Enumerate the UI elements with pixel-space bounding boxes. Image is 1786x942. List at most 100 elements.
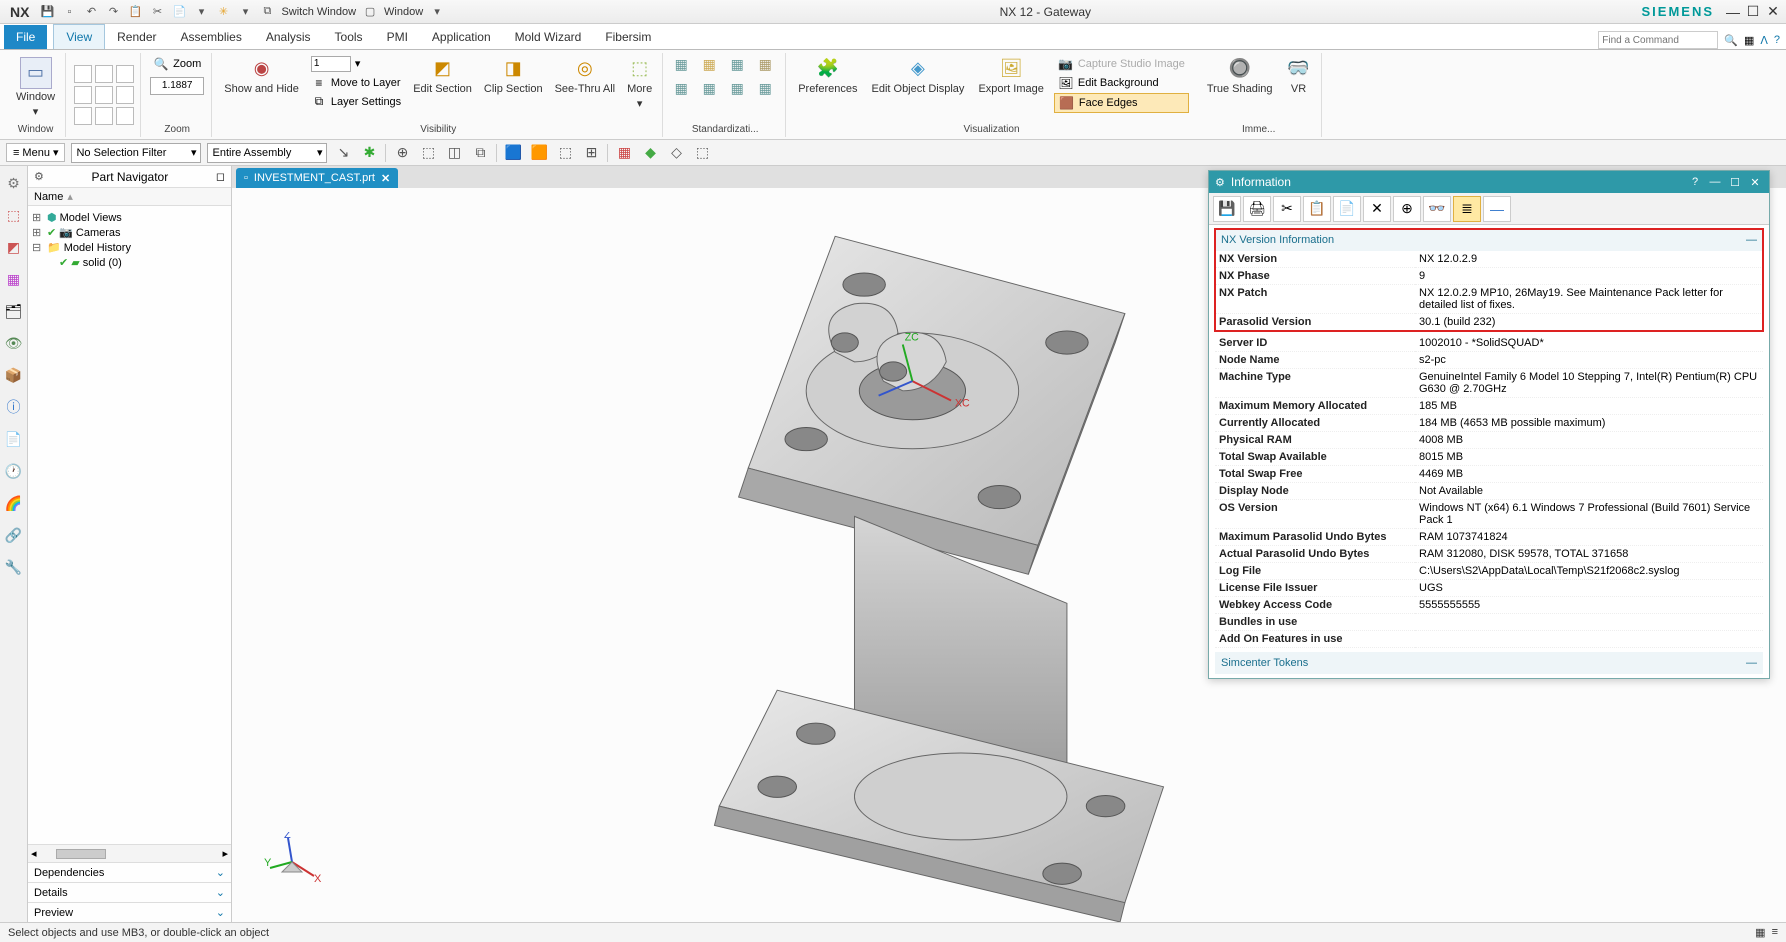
info-section-tokens[interactable]: Simcenter Tokens — xyxy=(1215,652,1763,674)
info-glasses-icon[interactable]: 👓 xyxy=(1423,196,1451,222)
nav-icon-9[interactable]: 🕐 xyxy=(3,460,25,482)
nav-dependencies[interactable]: Dependencies⌄ xyxy=(28,862,231,882)
tab-render[interactable]: Render xyxy=(105,25,168,49)
file-tab-active[interactable]: ▫ INVESTMENT_CAST.prt ✕ xyxy=(236,168,398,188)
scroll-thumb[interactable] xyxy=(56,849,106,859)
std-icon-8[interactable]: ▦ xyxy=(755,79,775,99)
face-edges-button[interactable]: 🟫Face Edges xyxy=(1054,93,1189,113)
sel-icon-6[interactable]: ⧉ xyxy=(470,143,490,163)
window-button[interactable]: ▭ Window ▾ xyxy=(12,55,59,120)
tab-assemblies[interactable]: Assemblies xyxy=(169,25,254,49)
preferences-button[interactable]: 🧩Preferences xyxy=(794,55,861,113)
edit-section-button[interactable]: ◩Edit Section xyxy=(409,55,476,97)
std-icon-4[interactable]: ▦ xyxy=(755,55,775,75)
save-icon[interactable]: 💾 xyxy=(39,4,55,20)
move-to-layer-button[interactable]: ≡Move to Layer xyxy=(307,74,405,92)
menu-button[interactable]: ≡Menu▾ xyxy=(6,143,65,162)
cut-icon[interactable]: ✂ xyxy=(149,4,165,20)
zoom-value-input[interactable] xyxy=(150,77,204,95)
more-visibility-button[interactable]: ⬚More▾ xyxy=(623,55,656,112)
std-icon-1[interactable]: ▦ xyxy=(671,55,691,75)
info-list-icon[interactable]: ≣ xyxy=(1453,196,1481,222)
nav-icon-7[interactable]: ⓘ xyxy=(3,396,25,418)
tree-model-history[interactable]: ⊟📁Model History xyxy=(32,240,227,255)
redo-icon[interactable]: ↷ xyxy=(105,4,121,20)
info-minimize-button[interactable]: — xyxy=(1707,176,1723,189)
nav-icon-12[interactable]: 🔧 xyxy=(3,556,25,578)
nav-icon-2[interactable]: ◩ xyxy=(3,236,25,258)
help-icon[interactable]: ? xyxy=(1774,34,1780,46)
sel-icon-5[interactable]: ◫ xyxy=(444,143,464,163)
search-icon[interactable]: 🔍 xyxy=(1724,34,1738,47)
info-paste-icon[interactable]: 📄 xyxy=(1333,196,1361,222)
nav-preview[interactable]: Preview⌄ xyxy=(28,902,231,922)
close-button[interactable]: ✕ xyxy=(1764,3,1782,21)
std-icon-5[interactable]: ▦ xyxy=(671,79,691,99)
zoom-button[interactable]: 🔍 Zoom xyxy=(149,55,205,73)
tree-model-views[interactable]: ⊞⬢Model Views xyxy=(32,210,227,225)
window-icon[interactable]: ▢ xyxy=(362,4,378,20)
window-label[interactable]: Window xyxy=(384,4,423,20)
info-titlebar[interactable]: ⚙ Information ? — ☐ ✕ xyxy=(1209,171,1769,193)
info-print-icon[interactable]: 🖨 xyxy=(1243,196,1271,222)
qat-dropdown2-icon[interactable]: ▾ xyxy=(237,4,253,20)
std-icon-2[interactable]: ▦ xyxy=(699,55,719,75)
maximize-button[interactable]: ☐ xyxy=(1744,3,1762,21)
layer-settings-button[interactable]: ⧉Layer Settings xyxy=(307,93,405,111)
sel-icon-13[interactable]: ◇ xyxy=(666,143,686,163)
nav-details[interactable]: Details⌄ xyxy=(28,882,231,902)
copy-icon[interactable]: 📋 xyxy=(127,4,143,20)
close-tab-icon[interactable]: ✕ xyxy=(381,172,390,185)
scroll-right-icon[interactable]: ▸ xyxy=(219,847,231,860)
export-image-button[interactable]: 🖼Export Image xyxy=(974,55,1047,113)
assembly-scope-dropdown[interactable]: Entire Assembly▾ xyxy=(207,143,327,163)
nav-column-header[interactable]: Name ▴ xyxy=(28,188,231,206)
tab-mold-wizard[interactable]: Mold Wizard xyxy=(503,25,594,49)
collapse-icon[interactable]: ⴷ xyxy=(1760,34,1768,47)
info-help-icon[interactable]: ? xyxy=(1687,176,1703,189)
selection-filter-dropdown[interactable]: No Selection Filter▾ xyxy=(71,143,201,163)
tab-analysis[interactable]: Analysis xyxy=(254,25,323,49)
nav-icon-8[interactable]: 📄 xyxy=(3,428,25,450)
tree-solid[interactable]: ✔▰solid (0) xyxy=(32,255,227,270)
sel-icon-3[interactable]: ⊕ xyxy=(392,143,412,163)
std-icon-6[interactable]: ▦ xyxy=(699,79,719,99)
info-delete-icon[interactable]: ✕ xyxy=(1363,196,1391,222)
info-save-icon[interactable]: 💾 xyxy=(1213,196,1241,222)
vr-button[interactable]: 🥽VR xyxy=(1283,55,1315,97)
options-icon[interactable]: ▦ xyxy=(1744,34,1754,47)
nav-icon-11[interactable]: 🔗 xyxy=(3,524,25,546)
scroll-left-icon[interactable]: ◂ xyxy=(28,847,40,860)
gear-icon[interactable]: ⚙ xyxy=(3,172,25,194)
sel-icon-2[interactable]: ✱ xyxy=(359,143,379,163)
view-orientation-grid[interactable] xyxy=(74,65,134,125)
find-command-input[interactable] xyxy=(1598,31,1718,49)
info-minus-icon[interactable]: — xyxy=(1483,196,1511,222)
new-icon[interactable]: ▫ xyxy=(61,4,77,20)
tab-pmi[interactable]: PMI xyxy=(375,25,420,49)
window-switch-icon[interactable]: ⧉ xyxy=(259,4,275,20)
status-icon-1[interactable]: ▦ xyxy=(1755,926,1765,939)
sel-icon-8[interactable]: 🟧 xyxy=(529,143,549,163)
status-icon-2[interactable]: ≡ xyxy=(1772,926,1778,939)
tab-view[interactable]: View xyxy=(53,24,105,49)
layer-value[interactable]: ▾ xyxy=(307,55,405,73)
nav-icon-5[interactable]: 👁 xyxy=(3,332,25,354)
tab-application[interactable]: Application xyxy=(420,25,503,49)
nav-icon-6[interactable]: 📦 xyxy=(3,364,25,386)
gear-icon[interactable]: ⚙ xyxy=(34,170,44,183)
nav-hscroll[interactable]: ◂ ▸ xyxy=(28,844,231,862)
clip-section-button[interactable]: ◨Clip Section xyxy=(480,55,547,97)
pin-icon[interactable]: ◻ xyxy=(216,170,225,183)
sel-icon-4[interactable]: ⬚ xyxy=(418,143,438,163)
nav-icon-3[interactable]: ▦ xyxy=(3,268,25,290)
qat-dropdown-icon[interactable]: ▾ xyxy=(193,4,209,20)
sel-icon-12[interactable]: ◆ xyxy=(640,143,660,163)
undo-icon[interactable]: ↶ xyxy=(83,4,99,20)
sel-icon-1[interactable]: ↘ xyxy=(333,143,353,163)
layer-input[interactable] xyxy=(311,56,351,72)
switch-window-label[interactable]: Switch Window xyxy=(281,4,356,20)
info-copy-icon[interactable]: 📋 xyxy=(1303,196,1331,222)
std-icon-7[interactable]: ▦ xyxy=(727,79,747,99)
sel-icon-10[interactable]: ⊞ xyxy=(581,143,601,163)
